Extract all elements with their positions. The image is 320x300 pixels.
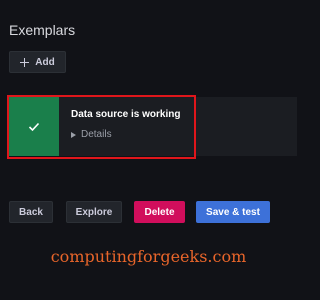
highlight-annotation — [7, 95, 196, 159]
save-and-test-button[interactable]: Save & test — [196, 201, 270, 223]
back-button[interactable]: Back — [9, 201, 53, 223]
explore-button[interactable]: Explore — [66, 201, 122, 223]
plus-icon — [20, 57, 30, 67]
datasource-settings-page: Exemplars Add Data source is working Det… — [0, 0, 297, 300]
add-exemplar-button[interactable]: Add — [9, 51, 66, 73]
add-button-label: Add — [35, 56, 55, 68]
delete-button[interactable]: Delete — [134, 201, 185, 223]
exemplars-heading: Exemplars — [9, 22, 76, 38]
watermark-text: computingforgeeks.com — [50, 247, 247, 266]
